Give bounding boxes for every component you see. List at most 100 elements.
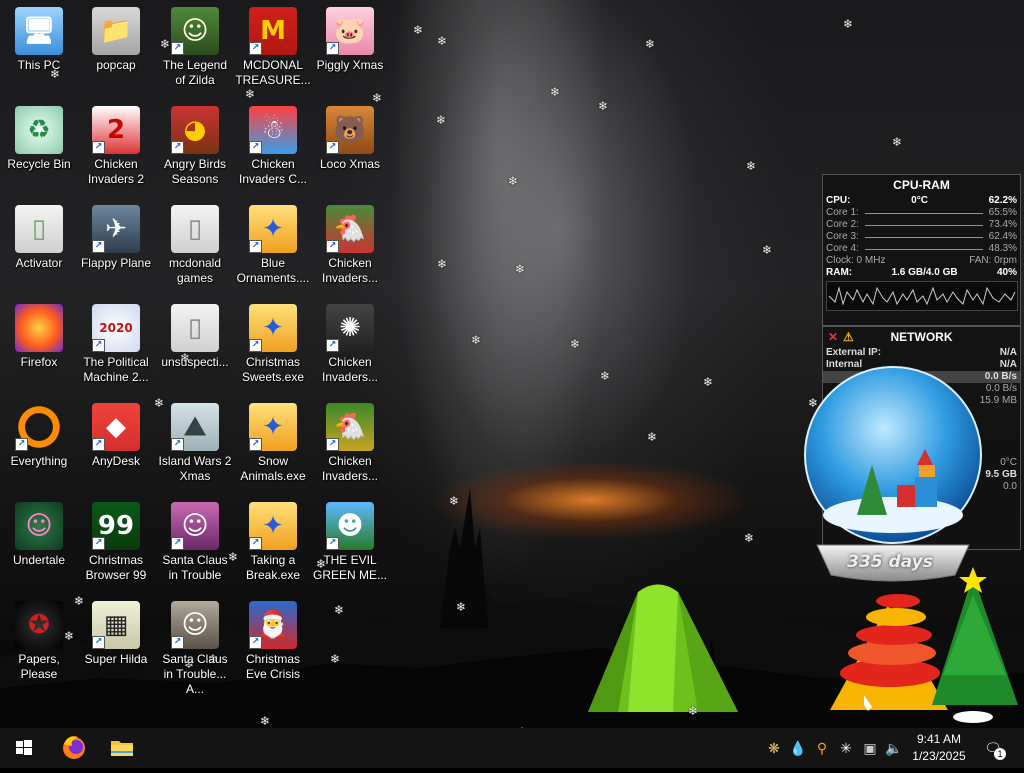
desktop-icon[interactable]: 🖥 This PC — [0, 2, 78, 98]
app-icon: ☻ ↗ — [326, 502, 374, 550]
shortcut-arrow-icon: ↗ — [171, 141, 184, 154]
desktop-icon[interactable]: 🐔 ↗ Chicken Invaders... — [311, 398, 389, 494]
desktop-icon-label: Chicken Invaders... — [321, 256, 379, 285]
desktop-icon-label: Chicken Invaders... — [321, 454, 379, 483]
desktop-icon[interactable]: ↗ Everything — [0, 398, 78, 494]
desktop-icon[interactable]: ◆ ↗ AnyDesk — [77, 398, 155, 494]
desktop-icon[interactable]: ▯ Activator — [0, 200, 78, 296]
desktop-icon[interactable]: ☺ ↗ Santa Claus in Trouble — [156, 497, 234, 593]
desktop-icon-label: unsuspecti... — [161, 355, 229, 369]
desktop-icon[interactable]: ✪ Papers, Please — [0, 596, 78, 692]
clock-label: Clock: 0 MHz — [826, 255, 886, 266]
taskbar-firefox-button[interactable] — [50, 728, 98, 768]
desktop-icon[interactable]: ☻ ↗ THE EVIL GREEN ME... — [311, 497, 389, 593]
people-icon[interactable]: ❋ — [764, 738, 784, 758]
snowflake-icon: ❄ — [515, 262, 526, 276]
desktop-icon-label: AnyDesk — [91, 454, 141, 468]
desktop-icon[interactable]: ⛰ ↗ Island Wars 2 Xmas — [156, 398, 234, 494]
snowflake-icon: ❄ — [330, 652, 341, 666]
core-value: 48.3% — [988, 243, 1017, 254]
shortcut-arrow-icon: ↗ — [249, 42, 262, 55]
shortcut-arrow-icon: ↗ — [92, 537, 105, 550]
shortcut-arrow-icon: ↗ — [171, 636, 184, 649]
desktop-icon[interactable]: ♻ Recycle Bin — [0, 101, 78, 197]
drive-size: 9.5 GB — [985, 469, 1017, 480]
desktop-icon[interactable]: ✦ ↗ Blue Ornaments.... — [234, 200, 312, 296]
taskbar-clock-date[interactable]: 1/23/2025 — [904, 749, 974, 763]
desktop-icon-label: Undertale — [12, 553, 66, 567]
search-everything-icon[interactable]: ⚲ — [812, 738, 832, 758]
desktop-icon-label: Loco Xmas — [319, 157, 381, 171]
desktop-icon[interactable]: ✦ ↗ Taking a Break.exe — [234, 497, 312, 593]
snowflake-tray-icon[interactable]: ✳ — [836, 738, 856, 758]
desktop-icon[interactable]: 🐔 ↗ Chicken Invaders... — [311, 200, 389, 296]
app-icon: ◕ ↗ — [171, 106, 219, 154]
app-icon: ♻ — [15, 106, 63, 154]
close-icon[interactable]: ✕ — [828, 330, 838, 344]
cpu-ram-title: CPU-RAM — [893, 178, 950, 192]
notification-count-badge: 1 — [994, 748, 1006, 760]
app-icon: ↗ — [15, 403, 63, 451]
desktop-icon[interactable]: 🎅 ↗ Christmas Eve Crisis — [234, 596, 312, 692]
snowflake-icon: ❄ — [762, 243, 773, 257]
desktop-icon-label: Piggly Xmas — [316, 58, 384, 72]
desktop-icon[interactable]: ▦ ↗ Super Hilda — [77, 596, 155, 692]
desktop-icon[interactable]: Firefox — [0, 299, 78, 395]
cpu-temp: 0°C — [911, 195, 928, 206]
volume-icon[interactable]: 🔈 — [884, 738, 904, 758]
desktop-icon-label: This PC — [17, 58, 61, 72]
snowflake-icon: ❄ — [570, 337, 581, 351]
desktop-icon[interactable]: 99 ↗ Christmas Browser 99 — [77, 497, 155, 593]
desktop-icon[interactable]: ✦ ↗ Snow Animals.exe — [234, 398, 312, 494]
cpu-value: 62.2% — [988, 195, 1017, 206]
desktop-icon[interactable]: ▯ unsuspecti... — [156, 299, 234, 395]
snowflake-icon: ❄ — [703, 375, 714, 389]
desktop-icon-label: Christmas Eve Crisis — [245, 652, 300, 681]
start-button[interactable] — [0, 728, 48, 768]
windows-logo-icon — [16, 740, 32, 755]
app-icon: ✦ ↗ — [249, 205, 297, 253]
water-drop-icon[interactable]: 💧 — [788, 738, 808, 758]
desktop-icon[interactable]: ✈ ↗ Flappy Plane — [77, 200, 155, 296]
shortcut-arrow-icon: ↗ — [92, 240, 105, 253]
shortcut-arrow-icon: ↗ — [326, 42, 339, 55]
desktop-icon[interactable]: ☃ ↗ Chicken Invaders C... — [234, 101, 312, 197]
desktop-icon[interactable]: 2 ↗ Chicken Invaders 2 — [77, 101, 155, 197]
desktop-icon-label: Chicken Invaders C... — [238, 157, 308, 186]
external-ip-value: N/A — [999, 347, 1017, 358]
desktop-icon[interactable]: 📁 popcap — [77, 2, 155, 98]
desktop-icon-label: Santa Claus in Trouble... A... — [162, 652, 228, 696]
app-icon: 🐷 ↗ — [326, 7, 374, 55]
app-icon — [15, 304, 63, 352]
desktop-icon[interactable]: ✺ ↗ Chicken Invaders... — [311, 299, 389, 395]
snowflake-icon: ❄ — [260, 714, 271, 728]
desktop-icon-label: Chicken Invaders... — [321, 355, 379, 384]
desktop-icon[interactable]: 2020 ↗ The Political Machine 2... — [77, 299, 155, 395]
desktop-icon[interactable]: ▯ mcdonald games — [156, 200, 234, 296]
desktop-icon[interactable]: ☺ ↗ The Legend of Zilda — [156, 2, 234, 98]
desktop-icon[interactable]: ☺ Undertale — [0, 497, 78, 593]
app-icon: ✦ ↗ — [249, 304, 297, 352]
app-icon: ▯ — [171, 205, 219, 253]
desktop-icon[interactable]: ☺ ↗ Santa Claus in Trouble... A... — [156, 596, 234, 696]
network-tray-icon[interactable]: ▣ — [860, 738, 880, 758]
desktop-icon[interactable]: M ↗ MCDONAL TREASURE... — [234, 2, 312, 98]
shortcut-arrow-icon: ↗ — [92, 438, 105, 451]
app-icon: ☺ ↗ — [171, 502, 219, 550]
desktop-icon[interactable]: 🐻 ↗ Loco Xmas — [311, 101, 389, 197]
desktop-icon[interactable]: ✦ ↗ Christmas Sweets.exe — [234, 299, 312, 395]
taskbar-file-explorer-button[interactable] — [98, 728, 146, 768]
desktop-icon[interactable]: ◕ ↗ Angry Birds Seasons — [156, 101, 234, 197]
taskbar-clock-time[interactable]: 9:41 AM — [904, 732, 974, 746]
snowflake-icon: ❄ — [688, 704, 699, 718]
desktop-icon[interactable]: 🐷 ↗ Piggly Xmas — [311, 2, 389, 98]
firefox-icon — [63, 736, 85, 759]
cpu-ram-gadget[interactable]: CPU-RAM CPU: 0°C 62.2% Core 1: 65.5% Cor… — [822, 174, 1021, 326]
taskbar: ❋ 💧 ⚲ ✳ ▣ 🔈 9:41 AM 1/23/2025 🗨 1 — [0, 728, 1024, 768]
internal-ip-value: N/A — [999, 359, 1017, 370]
fan-label: FAN: 0rpm — [969, 255, 1017, 266]
snowflake-icon: ❄ — [437, 257, 448, 271]
shortcut-arrow-icon: ↗ — [92, 636, 105, 649]
action-center-button[interactable]: 🗨 1 — [982, 738, 1006, 760]
drive-speed: 0.0 — [1003, 481, 1017, 492]
